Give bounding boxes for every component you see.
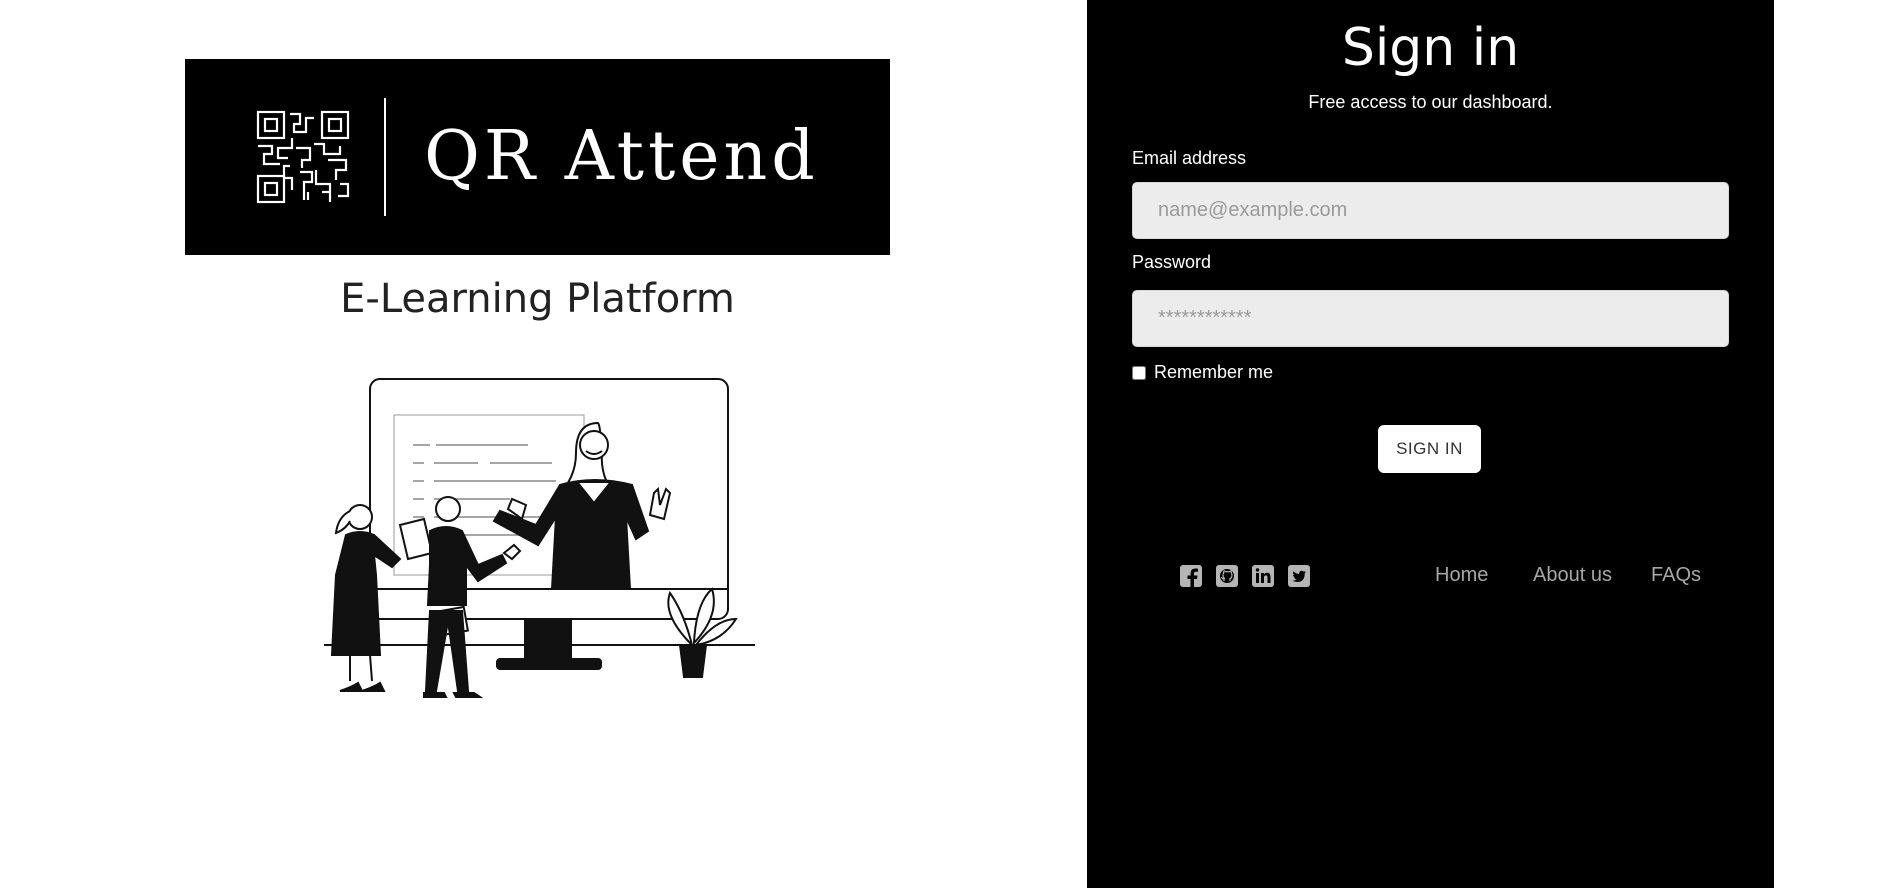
platform-subtitle: E-Learning Platform [340,276,735,322]
footer-link-home[interactable]: Home [1435,564,1488,587]
password-label: Password [1132,252,1212,272]
brand-name: QR Attend [424,117,819,196]
signin-subtitle: Free access to our dashboard. [1308,92,1553,112]
email-field[interactable] [1132,182,1729,239]
signin-panel: Sign in Free access to our dashboard. Em… [1087,0,1774,888]
footer-link-faqs[interactable]: FAQs [1651,564,1701,587]
footer-link-about[interactable]: About us [1533,564,1612,587]
remember-me-checkbox[interactable] [1132,365,1146,380]
email-label: Email address [1132,148,1247,168]
github-icon[interactable] [1216,565,1238,587]
brand-banner: QR Attend [185,59,890,255]
linkedin-icon[interactable] [1252,565,1274,587]
password-field[interactable] [1132,290,1729,347]
banner-divider [384,98,387,216]
facebook-icon[interactable] [1180,565,1202,587]
remember-me-row: Remember me [1132,362,1273,383]
signin-title: Sign in [1341,18,1520,78]
social-links [1180,565,1310,587]
twitter-icon[interactable] [1288,565,1310,587]
remember-me-label: Remember me [1154,362,1274,382]
branding-section: QR Attend E-Learning Platform [0,0,1087,888]
sign-in-button[interactable]: SIGN IN [1378,425,1481,473]
elearning-illustration [324,378,755,698]
qr-code-icon [257,110,350,204]
